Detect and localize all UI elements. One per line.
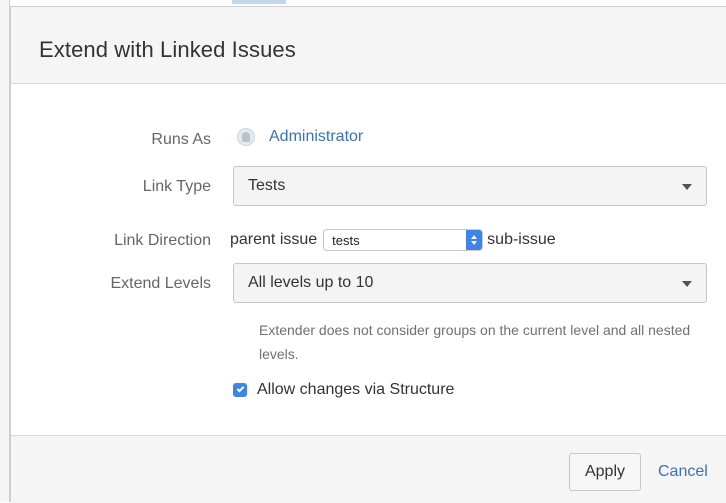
chevron-down-icon [682,281,692,287]
background-page-edge [0,0,10,502]
allow-changes-checkbox[interactable] [233,383,247,397]
link-type-selected-value: Tests [248,177,286,194]
runs-as-user[interactable]: Administrator [237,128,363,146]
background-element [232,0,286,4]
user-avatar-icon [237,128,255,146]
checkmark-icon [236,384,244,393]
allow-changes-option[interactable]: Allow changes via Structure [233,381,454,399]
link-type-label: Link Type [142,178,211,195]
extend-levels-selected-value: All levels up to 10 [248,274,374,291]
dialog-title: Extend with Linked Issues [39,37,296,62]
runs-as-label: Runs As [151,131,211,148]
link-direction-label: Link Direction [114,232,211,249]
apply-button[interactable]: Apply [569,453,641,491]
link-direction-select[interactable]: tests [323,229,484,251]
up-down-stepper-icon [466,230,483,250]
runs-as-user-name[interactable]: Administrator [269,128,363,146]
dialog-header: Extend with Linked Issues [11,7,726,84]
extend-levels-help-text: Extender does not consider groups on the… [259,322,691,362]
link-direction-controls: parent issue tests sub-issue [230,229,556,251]
link-direction-prefix: parent issue [230,231,318,248]
link-direction-selected-value: tests [332,232,360,248]
extend-levels-select[interactable]: All levels up to 10 [233,263,707,303]
extend-levels-label: Extend Levels [110,275,211,292]
link-direction-suffix: sub-issue [487,231,556,248]
cancel-link[interactable]: Cancel [658,463,708,481]
extend-linked-issues-dialog: Extend with Linked Issues Runs As Admini… [10,6,726,503]
allow-changes-label: Allow changes via Structure [257,381,455,398]
link-type-select[interactable]: Tests [233,166,707,206]
chevron-down-icon [682,184,692,190]
